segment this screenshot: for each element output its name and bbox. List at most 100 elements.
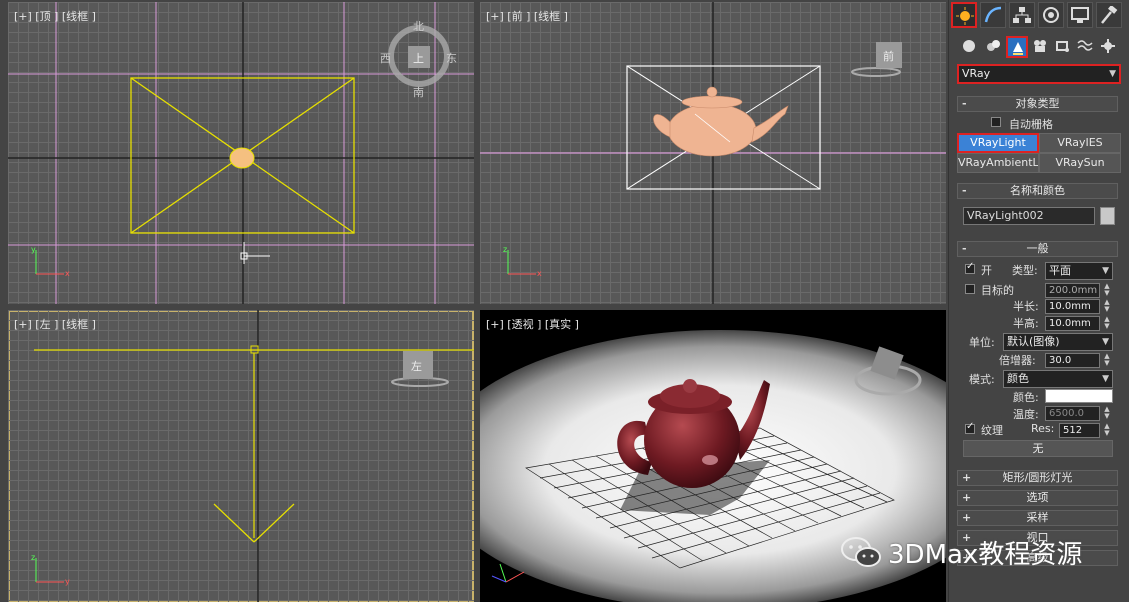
chevron-down-icon: ▼	[1102, 266, 1109, 276]
rollout-title: 采样	[1026, 511, 1049, 524]
temperature-spinner[interactable]: ▲ ▼	[1103, 406, 1111, 421]
helpers-subtab[interactable]	[1053, 36, 1075, 58]
texture-none-button[interactable]: 无	[963, 440, 1113, 457]
viewcube-face[interactable]: 上	[413, 50, 424, 66]
chevron-down-icon: ▼	[1102, 337, 1109, 347]
half-length-spinner[interactable]: ▲ ▼	[1103, 299, 1111, 314]
systems-subtab[interactable]	[1098, 36, 1120, 58]
rollout-toggle: +	[962, 491, 972, 504]
targeted-checkbox[interactable]	[965, 284, 975, 294]
spacewarps-subtab[interactable]	[1075, 36, 1097, 58]
vrayambientlight-button[interactable]: VRayAmbientLight	[957, 153, 1039, 173]
svg-text:x: x	[537, 269, 542, 278]
temperature-field[interactable]: 6500.0	[1045, 406, 1100, 421]
color-label: 颜色:	[1013, 391, 1039, 404]
multiplier-label: 倍增器:	[999, 354, 1036, 367]
chevron-down-icon: ▼	[1102, 374, 1109, 384]
viewcube-east[interactable]: 东	[446, 50, 457, 66]
category-select-value: VRay	[962, 67, 991, 80]
half-length-label: 半长:	[1013, 300, 1039, 313]
viewcube-north[interactable]: 北	[413, 18, 424, 34]
camera-icon	[1034, 40, 1046, 52]
rollout-toggle: +	[962, 471, 972, 484]
category-select[interactable]: VRay ▼	[957, 64, 1121, 84]
command-panel: VRay ▼ - 对象类型 自动栅格 VRayLight VRayIES VRa…	[948, 0, 1129, 602]
viewcube-face[interactable]: 前	[883, 48, 894, 64]
rollout-toggle: -	[962, 184, 967, 197]
type-select[interactable]: 平面 ▼	[1045, 262, 1113, 280]
shapes-icon	[987, 40, 1000, 51]
targeted-distance-field[interactable]: 200.0mm	[1045, 283, 1100, 298]
rollout-name-color[interactable]: - 名称和颜色	[957, 183, 1118, 199]
utilities-tab[interactable]	[1096, 2, 1122, 28]
half-width-field[interactable]: 10.0mm	[1045, 316, 1100, 331]
hierarchy-tab[interactable]	[1009, 2, 1035, 28]
rollout-general[interactable]: - 一般	[957, 241, 1118, 257]
hierarchy-icon	[1013, 7, 1031, 23]
type-select-value: 平面	[1049, 264, 1071, 277]
lights-subtab[interactable]	[1006, 36, 1028, 58]
targeted-spinner[interactable]: ▲ ▼	[1103, 283, 1111, 298]
motion-tab[interactable]	[1038, 2, 1064, 28]
rollout-rect-disc-light[interactable]: + 矩形/圆形灯光	[957, 470, 1118, 486]
svg-text:z: z	[503, 245, 507, 254]
type-label: 类型:	[1012, 264, 1038, 277]
hammer-icon	[1101, 6, 1118, 24]
half-length-field[interactable]: 10.0mm	[1045, 299, 1100, 314]
vraylight-button[interactable]: VRayLight	[957, 133, 1039, 153]
gear-icon	[1101, 39, 1115, 53]
viewport-front[interactable]: [+] [前 ] [线框 ] z x 前	[480, 2, 946, 304]
units-select[interactable]: 默认(图像) ▼	[1003, 333, 1113, 351]
targeted-label: 目标的	[981, 284, 1014, 297]
viewport-left[interactable]: [+] [左 ] [线框 ] zy 左	[8, 310, 474, 602]
viewport-top[interactable]: [+] [顶 ] [线框 ] yx 北 南 西 东 上	[8, 2, 474, 304]
shapes-subtab[interactable]	[983, 36, 1005, 58]
viewcube-face[interactable]: 左	[411, 358, 422, 374]
rollout-title: 矩形/圆形灯光	[1002, 471, 1073, 484]
svg-text:y: y	[31, 245, 36, 254]
light-on-label: 开	[981, 264, 992, 277]
modify-tab[interactable]	[980, 2, 1006, 28]
object-color-swatch[interactable]	[1100, 207, 1115, 225]
create-subcategories	[949, 34, 1129, 58]
viewcube-west[interactable]: 西	[380, 50, 391, 66]
create-tab[interactable]	[951, 2, 977, 28]
cameras-subtab[interactable]	[1030, 36, 1052, 58]
rollout-sampling[interactable]: + 采样	[957, 510, 1118, 526]
chevron-down-icon: ▼	[1109, 69, 1116, 79]
texture-checkbox[interactable]	[965, 421, 975, 434]
left-view-scene: zy	[31, 310, 474, 602]
mode-select[interactable]: 颜色 ▼	[1003, 370, 1113, 388]
autogrid-label: 自动栅格	[1009, 118, 1053, 131]
rollout-options[interactable]: + 选项	[957, 490, 1118, 506]
viewport-label[interactable]: [+] [前 ] [线框 ]	[486, 8, 568, 24]
object-name-field[interactable]: VRayLight002	[963, 207, 1095, 225]
viewport-label[interactable]: [+] [顶 ] [线框 ]	[14, 8, 96, 24]
geometry-subtab[interactable]	[959, 36, 981, 58]
display-tab[interactable]	[1067, 2, 1093, 28]
viewport-label[interactable]: [+] [左 ] [线框 ]	[14, 316, 96, 332]
light-color-swatch[interactable]	[1045, 389, 1113, 403]
res-field[interactable]: 512	[1059, 423, 1100, 438]
texture-label: 纹理	[981, 424, 1003, 437]
autogrid-checkbox[interactable]	[991, 117, 1001, 127]
half-width-spinner[interactable]: ▲ ▼	[1103, 316, 1111, 331]
mode-select-value: 颜色	[1007, 372, 1029, 385]
svg-text:y: y	[65, 577, 70, 586]
vraysun-button[interactable]: VRaySun	[1039, 153, 1121, 173]
res-spinner[interactable]: ▲ ▼	[1103, 423, 1111, 438]
multiplier-field[interactable]: 30.0	[1045, 353, 1100, 368]
vrayies-button[interactable]: VRayIES	[1039, 133, 1121, 153]
rollout-title: 名称和颜色	[1010, 184, 1065, 197]
viewport-label[interactable]: [+] [透视 ] [真实 ]	[486, 316, 579, 332]
light-on-checkbox[interactable]	[965, 261, 975, 274]
rollout-object-type[interactable]: - 对象类型	[957, 96, 1118, 112]
watermark: 3DMax教程资源	[840, 532, 1110, 572]
viewcube-south[interactable]: 南	[413, 84, 424, 100]
wave-icon	[1077, 40, 1093, 51]
multiplier-spinner[interactable]: ▲ ▼	[1103, 353, 1111, 368]
rollout-title: 对象类型	[1015, 97, 1060, 110]
motion-icon	[1043, 7, 1059, 23]
top-view-scene: yx	[8, 2, 474, 304]
arc-icon	[984, 6, 1002, 23]
